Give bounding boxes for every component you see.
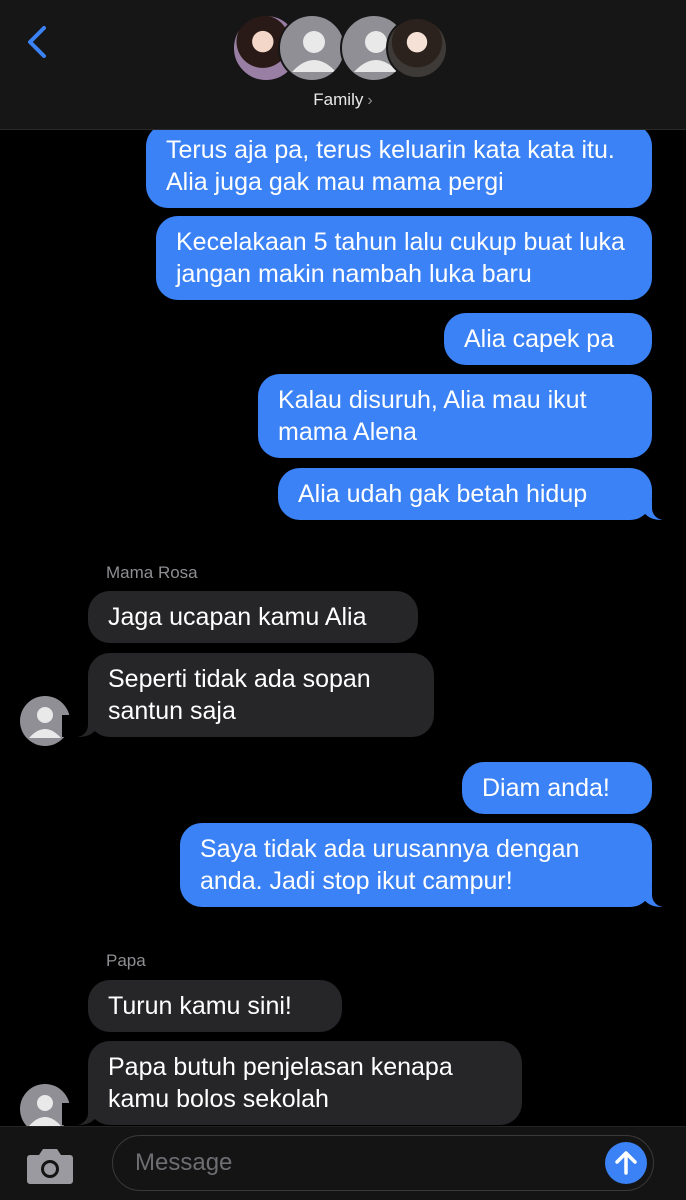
outgoing-message[interactable]: Terus aja pa, terus keluarin kata kata i… xyxy=(146,124,652,208)
arrow-up-icon xyxy=(615,1151,637,1175)
message-input[interactable] xyxy=(135,1146,595,1180)
group-name-label: Family xyxy=(313,90,364,109)
outgoing-message[interactable]: Kecelakaan 5 tahun lalu cukup buat luka … xyxy=(156,216,652,300)
group-avatars[interactable] xyxy=(232,14,452,84)
outgoing-message[interactable]: Alia udah gak betah hidup xyxy=(278,468,678,520)
outgoing-message[interactable]: Saya tidak ada urusannya dengan anda. Ja… xyxy=(180,823,678,907)
outgoing-message[interactable]: Diam anda! xyxy=(462,762,652,814)
sender-name: Mama Rosa xyxy=(106,563,198,582)
send-button[interactable] xyxy=(605,1142,647,1184)
message-field xyxy=(112,1135,654,1191)
compose-bar xyxy=(0,1126,686,1200)
conversation-header: Family › xyxy=(0,0,686,130)
incoming-message[interactable]: Turun kamu sini! xyxy=(88,980,342,1032)
incoming-message[interactable]: Jaga ucapan kamu Alia xyxy=(88,591,418,643)
avatar-member-generic xyxy=(278,14,346,82)
outgoing-message[interactable]: Alia capek pa xyxy=(444,313,652,365)
outgoing-message[interactable]: Kalau disuruh, Alia mau ikut mama Alena xyxy=(258,374,652,458)
incoming-message[interactable]: Papa butuh penjelasan kenapa kamu bolos … xyxy=(62,1041,522,1125)
chevron-right-icon: › xyxy=(367,92,373,109)
sender-name: Papa xyxy=(106,951,146,970)
chevron-left-icon[interactable] xyxy=(18,22,58,62)
incoming-message[interactable]: Seperti tidak ada sopan santun saja xyxy=(62,653,434,737)
group-title[interactable]: Family › xyxy=(0,90,686,110)
camera-icon[interactable] xyxy=(24,1143,76,1187)
avatar-member-photo xyxy=(386,17,448,79)
